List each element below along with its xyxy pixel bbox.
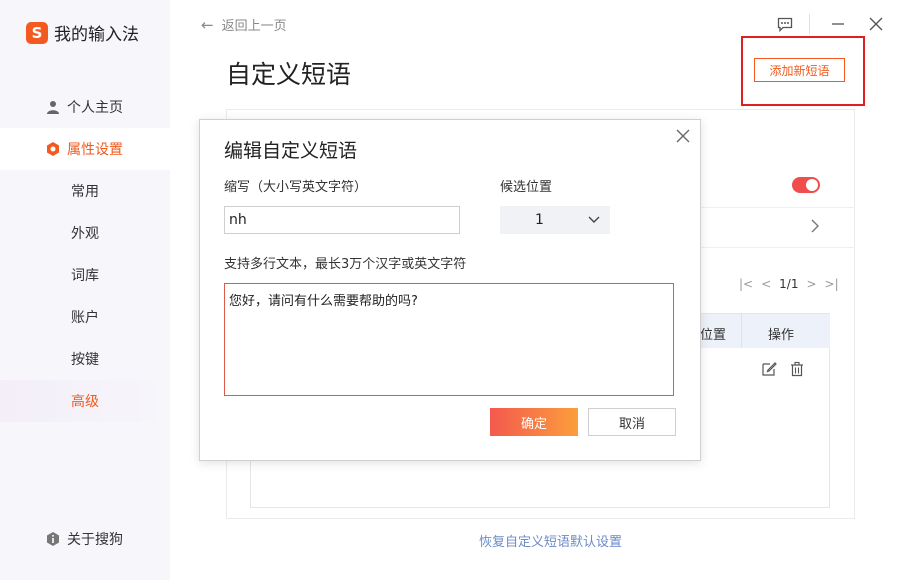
- pager: |< < 1/1 > >|: [739, 277, 847, 291]
- chevron-down-icon: [588, 216, 600, 223]
- page-title: 自定义短语: [226, 60, 352, 89]
- window-controls-divider: [809, 14, 810, 34]
- sidebar-item-label: 外观: [71, 226, 99, 242]
- position-label: 候选位置: [500, 180, 553, 195]
- sidebar-item-properties[interactable]: 属性设置: [0, 128, 170, 170]
- confirm-button[interactable]: 确定: [490, 408, 578, 436]
- last-page-button[interactable]: >|: [825, 277, 839, 291]
- add-phrase-button[interactable]: 添加新短语: [754, 58, 845, 82]
- abbreviation-label: 缩写（大小写英文字符）: [224, 180, 368, 195]
- trash-icon[interactable]: [789, 361, 805, 377]
- chevron-right-icon[interactable]: [810, 219, 820, 237]
- first-page-button[interactable]: |<: [739, 277, 753, 291]
- back-link[interactable]: ← 返回上一页: [201, 15, 287, 35]
- edit-icon[interactable]: [761, 361, 777, 377]
- sidebar-item-appearance[interactable]: 外观: [0, 212, 170, 254]
- dialog-title: 编辑自定义短语: [224, 140, 358, 162]
- sidebar-item-label: 属性设置: [67, 142, 123, 158]
- prev-page-button[interactable]: <: [761, 277, 771, 291]
- app-logo: S 我的输入法: [26, 20, 139, 45]
- enable-toggle[interactable]: [792, 177, 820, 193]
- content-hint-label: 支持多行文本，最长3万个汉字或英文字符: [224, 257, 467, 272]
- sidebar-item-dictionary[interactable]: 词库: [0, 254, 170, 296]
- feedback-icon[interactable]: [775, 14, 795, 34]
- cancel-button[interactable]: 取消: [588, 408, 676, 436]
- sidebar-item-label: 按键: [71, 352, 99, 368]
- app-name: 我的输入法: [54, 25, 139, 45]
- sidebar-item-label: 账户: [71, 310, 99, 326]
- edit-phrase-dialog: 编辑自定义短语 缩写（大小写英文字符） 候选位置 1 支持多行文本，最长3万个汉…: [199, 119, 701, 461]
- sidebar-item-label: 常用: [71, 184, 99, 200]
- reset-defaults-link[interactable]: 恢复自定义短语默认设置: [479, 531, 622, 550]
- sogou-logo-icon: S: [26, 21, 48, 44]
- phrase-content-textarea[interactable]: 您好，请问有什么需要帮助的吗?: [224, 283, 674, 396]
- back-label: 返回上一页: [221, 19, 287, 34]
- sidebar-item-keys[interactable]: 按键: [0, 338, 170, 380]
- minimize-icon[interactable]: [828, 14, 848, 34]
- close-icon[interactable]: [866, 14, 886, 34]
- sidebar-item-advanced[interactable]: 高级: [0, 380, 170, 422]
- divider: [700, 207, 855, 208]
- sidebar-item-label: 个人主页: [67, 100, 123, 116]
- page-indicator: 1/1: [779, 277, 799, 291]
- close-icon[interactable]: [676, 127, 690, 148]
- gear-hex-icon: [47, 142, 59, 156]
- table-row: [761, 361, 817, 377]
- position-select[interactable]: 1: [500, 206, 610, 234]
- sidebar: S 我的输入法 个人主页 属性设置 常用 外观 词库 账户 按键 高级 关于搜狗: [0, 0, 170, 580]
- user-icon: [47, 101, 59, 114]
- sidebar-item-label: 高级: [71, 394, 99, 410]
- info-shield-icon: [47, 532, 59, 546]
- next-page-button[interactable]: >: [806, 277, 816, 291]
- arrow-left-icon: ←: [201, 15, 214, 34]
- sidebar-item-about[interactable]: 关于搜狗: [0, 518, 170, 560]
- sidebar-item-common[interactable]: 常用: [0, 170, 170, 212]
- sidebar-item-profile[interactable]: 个人主页: [0, 86, 170, 128]
- sidebar-item-account[interactable]: 账户: [0, 296, 170, 338]
- column-header-actions: 操作: [768, 328, 795, 343]
- position-value: 1: [535, 212, 544, 228]
- abbreviation-input[interactable]: [224, 206, 460, 234]
- header-divider: [741, 314, 742, 348]
- window-controls: [757, 14, 886, 34]
- about-label: 关于搜狗: [67, 532, 123, 548]
- sidebar-item-label: 词库: [71, 268, 99, 284]
- divider: [700, 247, 855, 248]
- column-header-position: 位置: [700, 328, 727, 343]
